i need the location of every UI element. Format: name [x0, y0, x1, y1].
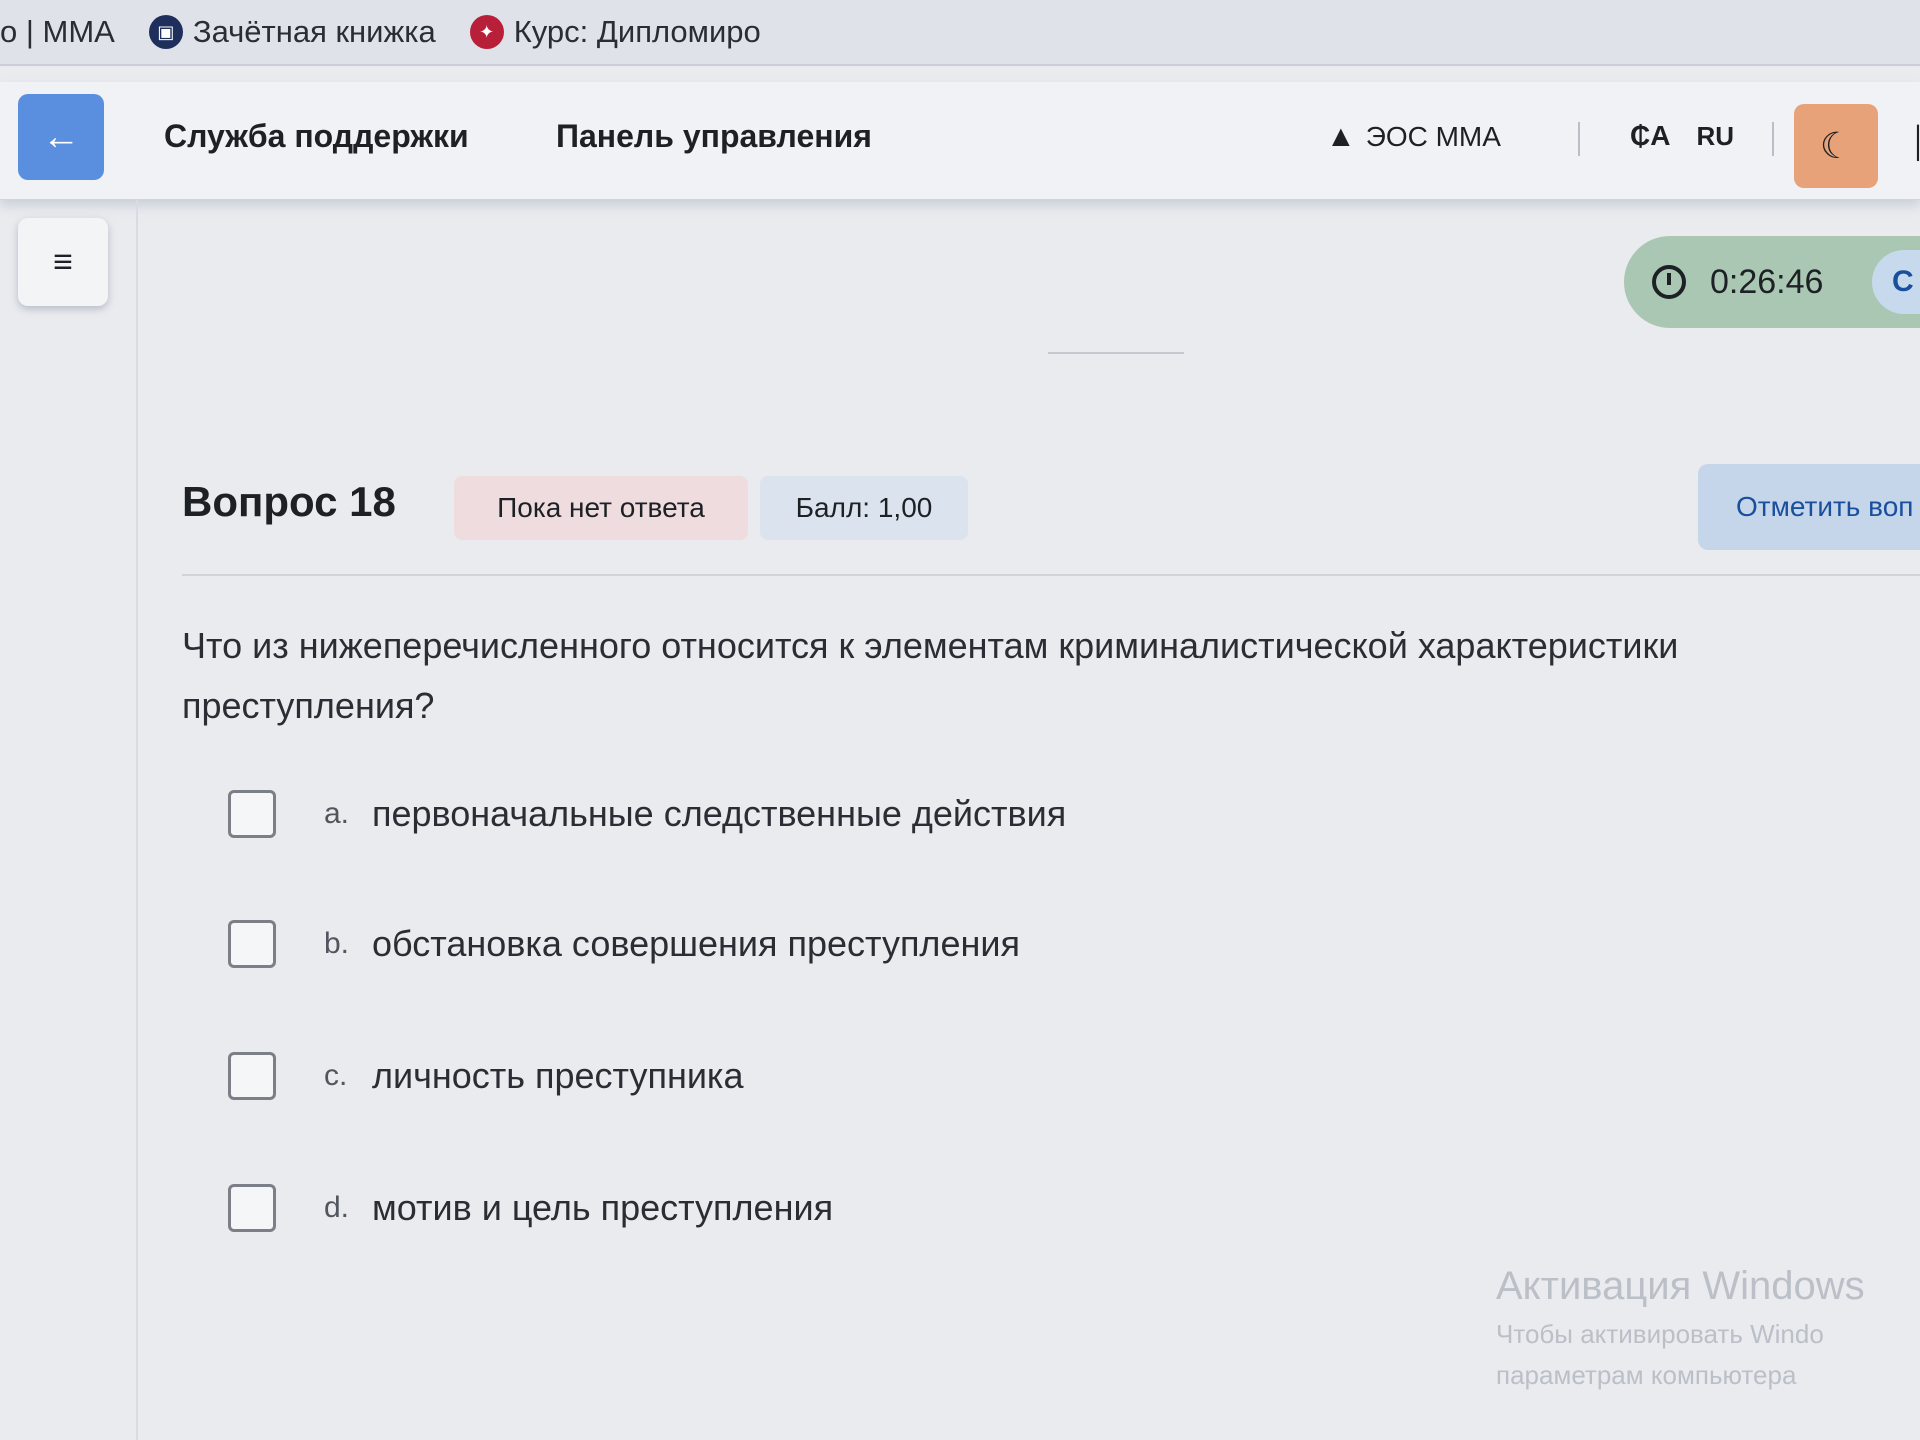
- bookmark-record-book[interactable]: ▣ Зачётная книжка: [148, 14, 436, 50]
- answer-checkbox[interactable]: [228, 1184, 276, 1232]
- moon-icon: ☾: [1819, 125, 1853, 166]
- top-navbar: ← Служба поддержки Панель управления ▲ Э…: [0, 82, 1920, 200]
- answer-checkbox[interactable]: [228, 790, 276, 838]
- question-text: Что из нижеперечисленного относится к эл…: [182, 625, 1679, 726]
- arrow-left-icon: ←: [42, 115, 80, 158]
- answer-checkbox[interactable]: [228, 1052, 276, 1100]
- translate-icon: ₵A: [1630, 120, 1671, 151]
- clock-icon: [1652, 265, 1686, 299]
- answer-text: обстановка совершения преступления: [372, 923, 1020, 964]
- answer-option-a[interactable]: a. первоначальные следственные действия: [228, 786, 1066, 842]
- watermark-line: параметрам компьютера: [1496, 1360, 1797, 1390]
- timer-hide-label: C: [1892, 265, 1914, 298]
- nav-support-link[interactable]: Служба поддержки: [164, 118, 469, 155]
- eos-link[interactable]: ▲ ЭОС ММА: [1326, 120, 1501, 154]
- answer-letter: c.: [324, 1059, 348, 1092]
- quiz-timer: 0:26:46 C: [1624, 236, 1920, 328]
- language-label: RU: [1696, 120, 1735, 151]
- watermark-title: Активация Windows: [1496, 1264, 1865, 1308]
- language-selector[interactable]: ₵A RU: [1630, 120, 1734, 152]
- navbar-divider: [1772, 122, 1774, 156]
- eos-label: ЭОС ММА: [1365, 121, 1501, 152]
- bookmark-site-label: о | ММА: [0, 14, 115, 49]
- answer-text: личность преступника: [372, 1055, 744, 1096]
- question-score-badge: Балл: 1,00: [760, 476, 968, 540]
- answer-option-d[interactable]: d. мотив и цель преступления: [228, 1180, 833, 1236]
- question-status-badge: Пока нет ответа: [454, 476, 748, 540]
- theme-toggle-button[interactable]: ☾: [1794, 104, 1878, 188]
- windows-activation-watermark: Активация Windows Чтобы активировать Win…: [1496, 1264, 1865, 1391]
- bookmark-course[interactable]: ✦ Курс: Дипломиро: [469, 14, 761, 50]
- book-icon: ▣: [148, 15, 183, 49]
- answer-option-c[interactable]: c. личность преступника: [228, 1048, 744, 1104]
- timer-value: 0:26:46: [1710, 262, 1824, 301]
- menu-icon: ≡: [53, 242, 73, 281]
- nav-dashboard-link[interactable]: Панель управления: [556, 118, 872, 155]
- watermark-line: Чтобы активировать Windo: [1496, 1319, 1824, 1349]
- answer-checkbox[interactable]: [228, 920, 276, 968]
- header-separator: [1048, 352, 1184, 354]
- flag-question-label: Отметить воп: [1736, 491, 1914, 522]
- answer-text: мотив и цель преступления: [372, 1187, 834, 1228]
- bookmarks-bar: о | ММА ▣ Зачётная книжка ✦ Курс: Диплом…: [0, 0, 1920, 66]
- back-button[interactable]: ←: [18, 94, 104, 180]
- answer-letter: d.: [324, 1191, 350, 1224]
- navbar-divider: [1578, 122, 1580, 156]
- navbar-edge-item: │: [1910, 126, 1920, 159]
- drawer-border: [136, 200, 138, 1440]
- graduation-cap-icon: ▲: [1326, 120, 1356, 153]
- bookmark-record-book-label: Зачётная книжка: [192, 14, 436, 49]
- answer-option-b[interactable]: b. обстановка совершения преступления: [228, 916, 1020, 972]
- question-title: Вопрос 18: [182, 478, 396, 525]
- bookmark-course-label: Курс: Дипломиро: [513, 14, 761, 49]
- bookmark-site[interactable]: о | ММА: [0, 14, 115, 50]
- flag-question-button[interactable]: Отметить воп: [1698, 464, 1920, 550]
- answer-text: первоначальные следственные действия: [372, 793, 1067, 834]
- course-index-toggle[interactable]: ≡: [18, 218, 108, 306]
- course-icon: ✦: [469, 15, 504, 49]
- question-divider: [182, 574, 1920, 576]
- answer-letter: b.: [324, 927, 350, 960]
- timer-hide-button[interactable]: C: [1872, 250, 1920, 314]
- answer-letter: a.: [324, 797, 350, 830]
